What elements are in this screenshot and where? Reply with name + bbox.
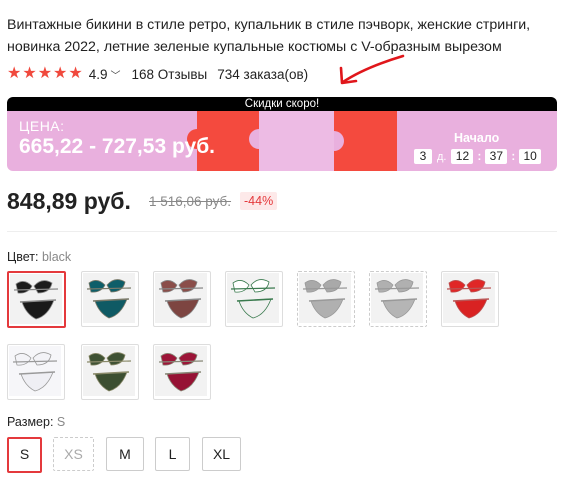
timer-days-unit: д. (437, 150, 447, 163)
promo-banner: Скидки скоро! ЦЕНА: 665,22 - 727,53 руб.… (7, 97, 557, 171)
price-label: ЦЕНА: (19, 118, 65, 134)
rating-row: ★ ★ ★ ★ ★ 4.9 ﹀ 168 Отзывы 734 заказа(ов… (7, 64, 308, 84)
size-label: Размер: S (7, 415, 65, 429)
color-option-silver-1[interactable] (297, 271, 355, 327)
color-option-red[interactable] (441, 271, 499, 327)
bikini-image (155, 346, 207, 396)
orders-count: 734 заказа(ов) (217, 66, 309, 82)
timer-separator: : (477, 150, 482, 163)
divider (7, 231, 557, 232)
annotation-arrow-icon (339, 54, 405, 85)
color-option-green-white[interactable] (225, 271, 283, 327)
timer-hours: 12 (451, 149, 474, 164)
old-price: 1 516,06 руб. (149, 194, 232, 209)
star-icon: ★ (22, 65, 37, 82)
star-icon: ★ (53, 65, 68, 82)
size-option-xs[interactable]: XS (53, 437, 94, 471)
color-option-teal[interactable] (81, 271, 139, 327)
bikini-image (443, 273, 495, 323)
color-option-silver-2[interactable] (369, 271, 427, 327)
bikini-image (83, 273, 135, 323)
bikini-image (227, 273, 279, 323)
color-option-brown[interactable] (153, 271, 211, 327)
size-selected-value: S (56, 415, 66, 429)
rating-value[interactable]: 4.9 (89, 67, 108, 82)
countdown-timer: 3 д. 12 : 37 : 10 (414, 149, 542, 164)
size-label-text: Размер: (7, 415, 54, 429)
banner-top-text: Скидки скоро! (7, 97, 557, 111)
star-icon: ★ (68, 65, 83, 82)
color-option-olive[interactable] (81, 344, 139, 400)
bikini-image (9, 346, 61, 396)
timer-separator: : (511, 150, 516, 163)
banner-main: ЦЕНА: 665,22 - 727,53 руб. Начало 3 д. 1… (7, 111, 557, 171)
bikini-image (299, 273, 351, 323)
timer-days: 3 (414, 149, 432, 164)
bikini-image (155, 273, 207, 323)
current-price: 848,89 руб. (7, 188, 131, 214)
size-option-s[interactable]: S (7, 437, 42, 473)
color-option-burgundy[interactable] (153, 344, 211, 400)
star-icon: ★ (37, 65, 53, 82)
start-label: Начало (454, 131, 500, 145)
size-option-l[interactable]: L (155, 437, 190, 471)
sale-price-range: 665,22 - 727,53 руб. (19, 135, 215, 158)
bikini-image (371, 273, 423, 323)
rating-stars: ★ ★ ★ ★ ★ (7, 65, 83, 83)
chevron-down-icon[interactable]: ﹀ (111, 67, 121, 82)
size-option-m[interactable]: M (106, 437, 144, 471)
timer-seconds: 10 (519, 149, 542, 164)
bikini-image (10, 274, 62, 324)
star-icon: ★ (7, 65, 22, 82)
color-label-text: Цвет: (7, 250, 39, 264)
discount-badge: -44% (240, 192, 278, 210)
timer-minutes: 37 (485, 149, 508, 164)
reviews-link[interactable]: 168 Отзывы (132, 67, 208, 82)
color-option-black[interactable] (7, 271, 66, 328)
color-option-white[interactable] (7, 344, 65, 400)
size-option-xl[interactable]: XL (202, 437, 241, 471)
product-title: Винтажные бикини в стиле ретро, купальни… (7, 17, 531, 55)
bikini-image (83, 346, 135, 396)
color-label: Цвет: black (7, 250, 71, 264)
color-selected-value: black (41, 250, 72, 264)
